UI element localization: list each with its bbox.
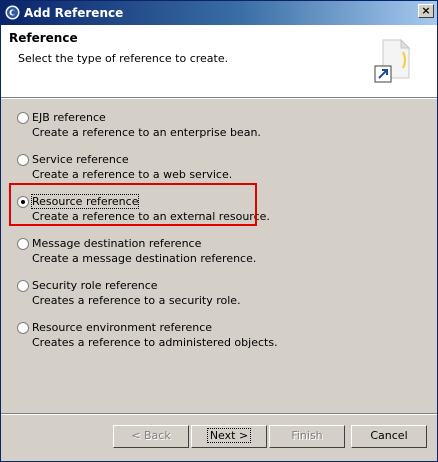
title-bar[interactable]: Add Reference × xyxy=(1,1,437,25)
option-description: Create a reference to an external resour… xyxy=(32,210,270,223)
option-description: Create a message destination reference. xyxy=(32,252,257,265)
cancel-button[interactable]: Cancel xyxy=(351,425,427,448)
window-title: Add Reference xyxy=(24,6,124,20)
option-description: Creates a reference to administered obje… xyxy=(32,336,278,349)
option-description: Create a reference to an enterprise bean… xyxy=(32,126,261,139)
finish-button[interactable]: Finish xyxy=(269,425,345,448)
close-button[interactable]: × xyxy=(418,4,434,18)
option-description: Creates a reference to a security role. xyxy=(32,294,241,307)
radio-button[interactable] xyxy=(17,154,29,166)
wizard-header: Reference Select the type of reference t… xyxy=(1,25,437,98)
header-separator xyxy=(1,98,437,99)
option-label: Resource environment reference xyxy=(32,321,213,334)
next-button-label: Next > xyxy=(206,428,252,443)
button-bar-separator-light xyxy=(1,414,437,415)
close-icon: × xyxy=(421,4,431,17)
option-label: Resource reference xyxy=(30,194,140,209)
option-label: EJB reference xyxy=(32,111,106,124)
option-label: Message destination reference xyxy=(32,237,202,250)
radio-button[interactable] xyxy=(17,238,29,250)
option-description: Create a reference to a web service. xyxy=(32,168,233,181)
new-reference-wizard-icon xyxy=(374,38,411,83)
page-title: Reference xyxy=(9,31,78,45)
option-label: Security role reference xyxy=(32,279,158,292)
radio-button[interactable] xyxy=(17,280,29,292)
radio-button[interactable] xyxy=(17,112,29,124)
radio-button-selected[interactable] xyxy=(17,196,29,208)
radio-button[interactable] xyxy=(17,322,29,334)
page-description: Select the type of reference to create. xyxy=(18,52,229,65)
eclipse-icon xyxy=(5,5,20,20)
back-button[interactable]: < Back xyxy=(113,425,189,448)
next-button[interactable]: Next > xyxy=(191,425,267,448)
add-reference-dialog: Add Reference × Reference Select the typ… xyxy=(0,0,438,462)
option-label: Service reference xyxy=(32,153,129,166)
